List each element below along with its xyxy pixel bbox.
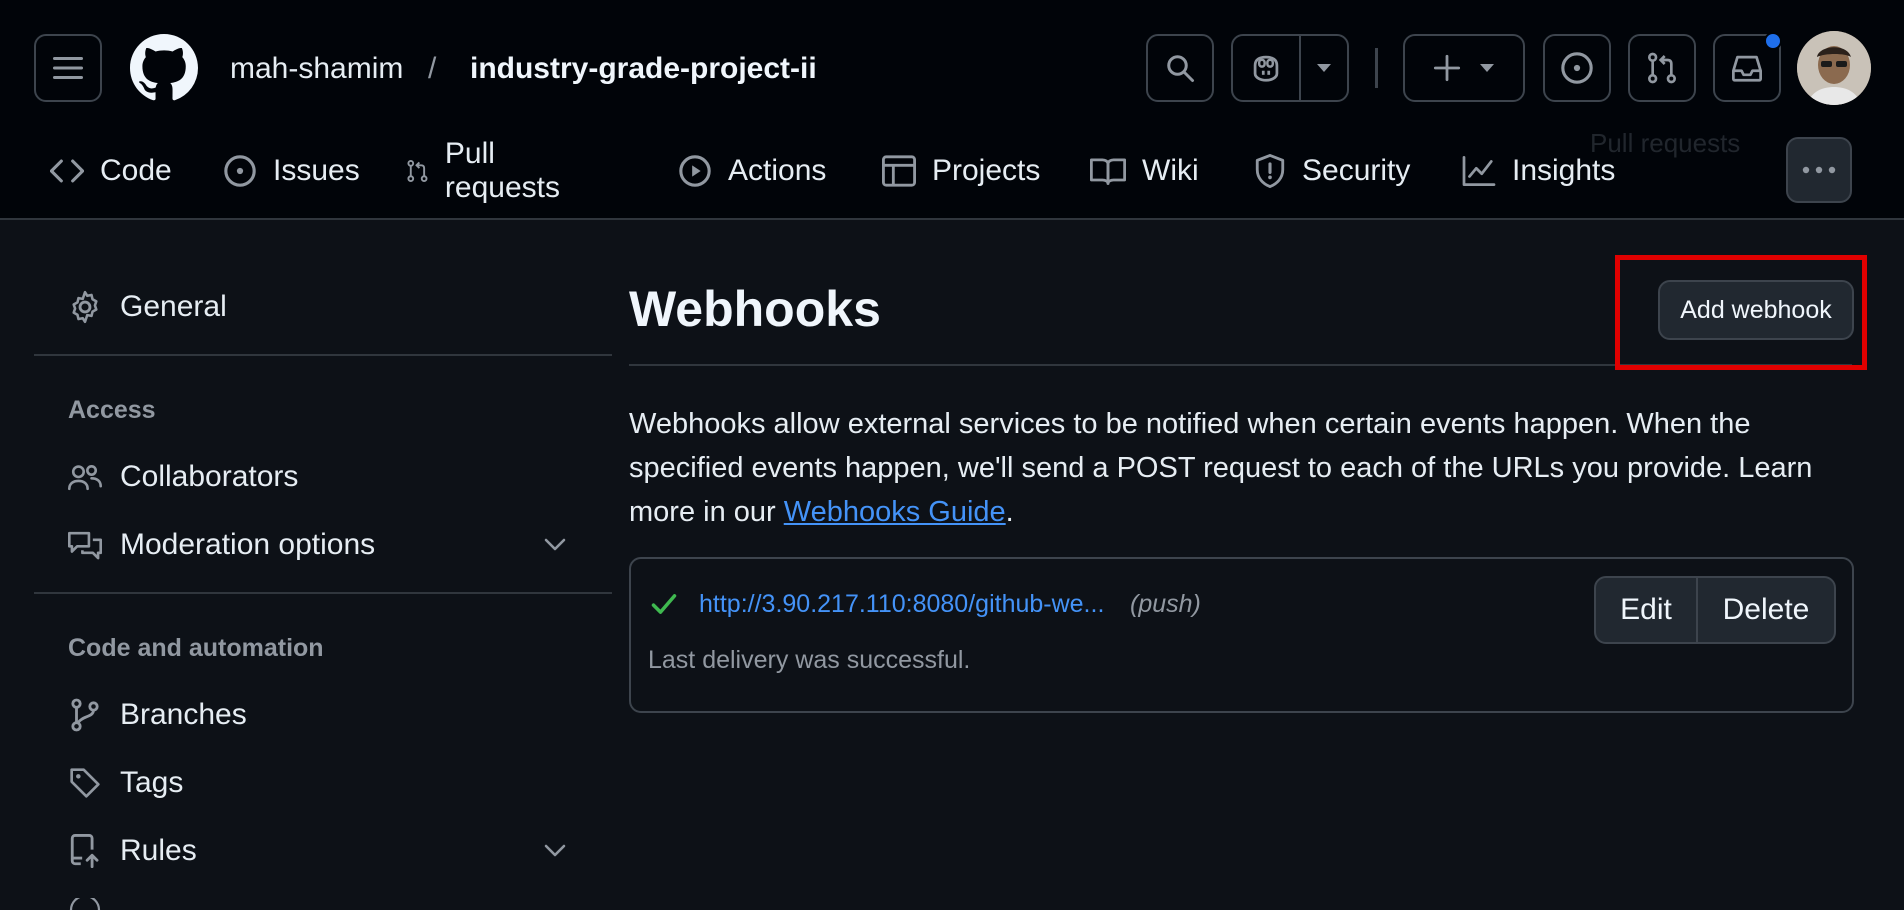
sidebar-heading-code-automation: Code and automation	[68, 634, 324, 662]
copilot-button[interactable]	[1233, 36, 1301, 100]
menu-button[interactable]	[34, 34, 102, 102]
webhooks-description: Webhooks allow external services to be n…	[629, 402, 1854, 534]
your-issues-button[interactable]	[1543, 34, 1611, 102]
webhook-delivery-status: Last delivery was successful.	[648, 646, 971, 674]
triangle-down-icon	[1480, 64, 1494, 72]
sidebar-item-rules[interactable]: Rules	[68, 827, 197, 875]
page-title: Webhooks	[629, 281, 881, 337]
tab-pull-requests[interactable]: Pull requests	[406, 137, 569, 204]
tab-code[interactable]: Code	[50, 140, 172, 202]
tab-wiki[interactable]: Wiki	[1090, 140, 1199, 202]
copilot-dropdown-button[interactable]	[1301, 36, 1347, 100]
top-bar: mah-shamim / industry-grade-project-ii P…	[0, 0, 1904, 220]
search-button[interactable]	[1146, 34, 1214, 102]
sidebar-heading-access: Access	[68, 396, 156, 424]
inbox-icon	[1732, 55, 1762, 82]
graph-icon	[1462, 156, 1496, 186]
webhook-events: (push)	[1130, 590, 1201, 618]
chevron-down-icon[interactable]	[544, 844, 566, 858]
people-icon	[68, 464, 102, 491]
gear-icon	[72, 290, 98, 324]
tab-security[interactable]: Security	[1254, 140, 1410, 202]
tab-label: Projects	[932, 154, 1041, 187]
issue-icon	[1561, 52, 1593, 84]
tab-label: Security	[1302, 154, 1411, 187]
breadcrumb-repo[interactable]: industry-grade-project-ii	[470, 46, 817, 92]
sidebar-item-label: Tags	[120, 766, 184, 799]
tab-label: Pull requests	[444, 137, 560, 204]
comment-discussion-icon	[68, 531, 102, 560]
repo-push-icon	[70, 834, 99, 868]
search-icon	[1167, 55, 1194, 82]
github-logo[interactable]	[130, 34, 198, 102]
plus-icon	[1433, 54, 1461, 82]
check-icon	[651, 594, 677, 614]
user-avatar[interactable]	[1797, 31, 1871, 105]
webhooks-guide-link[interactable]: Webhooks Guide	[784, 496, 1006, 528]
issue-icon	[224, 155, 256, 187]
sidebar-divider	[34, 354, 612, 356]
highlight-box	[1615, 255, 1867, 370]
breadcrumb-separator: /	[428, 52, 437, 85]
description-end: .	[1005, 496, 1014, 528]
sidebar-item-label: Moderation options	[120, 528, 376, 561]
play-icon	[679, 155, 711, 187]
more-tabs-button[interactable]	[1786, 137, 1852, 203]
webhook-actions: Edit Delete	[1594, 576, 1836, 644]
sidebar-divider	[34, 592, 612, 594]
sidebar-item-moderation-options[interactable]: Moderation options	[68, 521, 375, 569]
tab-label: Insights	[1512, 154, 1616, 187]
sidebar-item-label: General	[120, 290, 227, 323]
copilot-button-group	[1231, 34, 1349, 102]
sidebar-item-tags[interactable]: Tags	[68, 759, 183, 807]
chevron-down-icon[interactable]	[544, 538, 566, 552]
edit-button[interactable]: Edit	[1596, 578, 1698, 642]
code-icon	[50, 159, 84, 183]
tab-label: Actions	[728, 154, 827, 187]
sidebar-item-general[interactable]: General	[68, 283, 227, 331]
tab-projects[interactable]: Projects	[882, 140, 1040, 202]
github-mark-icon	[130, 34, 198, 101]
tab-label: Code	[100, 154, 172, 187]
tab-insights[interactable]: Insights	[1462, 140, 1615, 202]
tab-label: Issues	[273, 154, 360, 187]
branch-icon	[71, 698, 99, 732]
hamburger-icon	[53, 57, 83, 79]
create-new-button[interactable]	[1403, 34, 1525, 102]
notification-indicator	[1764, 32, 1782, 50]
webhook-url-link[interactable]: http://3.90.217.110:8080/github-we...	[699, 590, 1104, 619]
sidebar-item-label: Collaborators	[120, 460, 299, 493]
avatar-image	[1797, 31, 1871, 105]
table-icon	[882, 155, 916, 187]
pull-request-icon	[407, 160, 428, 182]
tag-icon	[70, 768, 100, 798]
tab-issues[interactable]: Issues	[223, 140, 360, 202]
header-divider	[1375, 48, 1378, 88]
sidebar-item-label: Rules	[120, 834, 197, 867]
your-pull-requests-button[interactable]	[1628, 34, 1696, 102]
tab-actions[interactable]: Actions	[678, 140, 826, 202]
kebab-horizontal-icon	[1802, 166, 1836, 174]
delete-button[interactable]: Delete	[1698, 578, 1834, 642]
sidebar-item-collaborators[interactable]: Collaborators	[68, 453, 298, 501]
triangle-down-icon	[1317, 64, 1331, 72]
pull-request-icon	[1648, 52, 1676, 84]
sidebar-item-label: Branches	[120, 698, 247, 731]
shield-icon	[1255, 154, 1285, 188]
copilot-icon	[1253, 55, 1279, 82]
breadcrumb-owner[interactable]: mah-shamim	[230, 46, 403, 92]
partial-sidebar-icon	[69, 898, 101, 910]
tab-label: Wiki	[1142, 154, 1199, 187]
sidebar-item-branches[interactable]: Branches	[68, 691, 247, 739]
book-icon	[1090, 158, 1126, 185]
